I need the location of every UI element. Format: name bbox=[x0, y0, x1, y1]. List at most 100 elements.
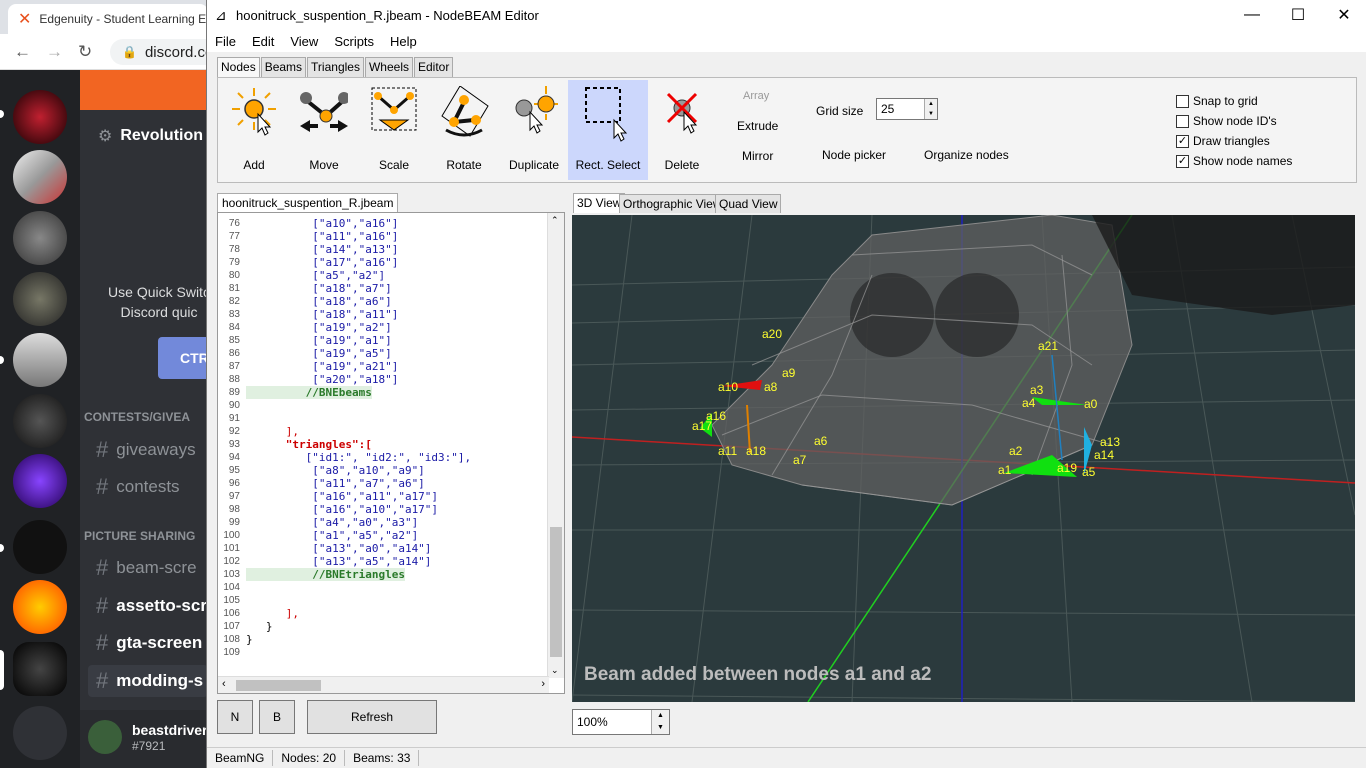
node-label[interactable]: a0 bbox=[1084, 397, 1097, 411]
node-label[interactable]: a17 bbox=[692, 419, 712, 433]
avatar[interactable] bbox=[88, 720, 122, 754]
browser-tab[interactable]: ✕ Edgenuity - Student Learning E bbox=[8, 4, 208, 34]
node-label[interactable]: a2 bbox=[1009, 444, 1022, 458]
menu-view[interactable]: View bbox=[282, 34, 326, 49]
scroll-up-icon[interactable]: ⌃ bbox=[551, 215, 559, 226]
node-label[interactable]: a3 bbox=[1030, 383, 1043, 397]
node-label[interactable]: a18 bbox=[746, 444, 766, 458]
menu-scripts[interactable]: Scripts bbox=[326, 34, 382, 49]
server-icon[interactable] bbox=[13, 642, 67, 696]
rotate-button[interactable]: Rotate bbox=[428, 80, 500, 180]
node-label[interactable]: a6 bbox=[814, 434, 827, 448]
server-icon[interactable] bbox=[13, 706, 67, 760]
server-icon[interactable] bbox=[13, 333, 67, 387]
channel-gta-screenshots[interactable]: # gta-screen bbox=[96, 627, 210, 659]
tab-3d-view[interactable]: 3D View bbox=[573, 193, 626, 213]
scroll-down-icon[interactable]: ⌄ bbox=[551, 665, 559, 676]
show-node-ids-checkbox[interactable]: Show node ID's bbox=[1176, 114, 1277, 128]
node-label[interactable]: a20 bbox=[762, 327, 782, 341]
grid-size-stepper[interactable]: ▲ ▼ bbox=[924, 99, 937, 119]
tab-orthographic-view[interactable]: Orthographic View bbox=[619, 194, 726, 213]
organize-nodes-button[interactable]: Organize nodes bbox=[924, 148, 1009, 162]
menu-file[interactable]: File bbox=[207, 34, 244, 49]
close-icon[interactable]: ✕ bbox=[1321, 0, 1366, 30]
maximize-icon[interactable]: ☐ bbox=[1275, 0, 1321, 30]
rect-select-button[interactable]: Rect. Select bbox=[568, 80, 648, 180]
node-label[interactable]: a7 bbox=[793, 453, 806, 467]
channel-assetto-screenshots[interactable]: # assetto-scr bbox=[96, 590, 210, 622]
server-icon[interactable] bbox=[13, 394, 67, 448]
tab-quad-view[interactable]: Quad View bbox=[715, 194, 782, 213]
server-name[interactable]: ⚙ Revolution bbox=[98, 126, 203, 146]
draw-triangles-checkbox[interactable]: ✓ Draw triangles bbox=[1176, 134, 1270, 148]
spin-up-icon[interactable]: ▲ bbox=[652, 710, 669, 722]
channel-contests[interactable]: # contests bbox=[96, 471, 210, 503]
code-editor[interactable]: 76 ["a10","a16"] 77 ["a11","a16"] 78 ["a14… bbox=[217, 212, 565, 694]
quick-switcher-button[interactable]: CTR bbox=[158, 337, 210, 379]
node-label[interactable]: a19 bbox=[1057, 461, 1077, 475]
spin-down-icon[interactable]: ▼ bbox=[652, 722, 669, 734]
menu-edit[interactable]: Edit bbox=[244, 34, 282, 49]
tab-wheels[interactable]: Wheels bbox=[364, 57, 413, 77]
scale-button[interactable]: Scale bbox=[358, 80, 430, 180]
show-node-names-checkbox[interactable]: ✓ Show node names bbox=[1176, 154, 1292, 168]
3d-viewport[interactable]: a20 a21 a9 a10 a8 a3 a4 a0 a16 a17 a6 a13 a11 a18 a2 a1… bbox=[572, 215, 1355, 702]
node-picker-button[interactable]: Node picker bbox=[822, 148, 886, 162]
checkbox-box[interactable] bbox=[1176, 94, 1189, 108]
scroll-thumb[interactable] bbox=[550, 527, 562, 657]
tab-triangles[interactable]: Triangles bbox=[307, 57, 364, 77]
scroll-thumb[interactable] bbox=[236, 680, 321, 691]
checkbox-box[interactable] bbox=[1176, 114, 1189, 128]
server-icon[interactable] bbox=[13, 272, 67, 326]
checkbox-box[interactable]: ✓ bbox=[1176, 134, 1189, 148]
snap-to-grid-checkbox[interactable]: Snap to grid bbox=[1176, 94, 1258, 108]
b-button[interactable]: B bbox=[259, 700, 295, 734]
server-icon[interactable] bbox=[13, 90, 67, 144]
spin-down-icon[interactable]: ▼ bbox=[925, 109, 937, 119]
node-label[interactable]: a11 bbox=[718, 444, 737, 458]
checkbox-box[interactable]: ✓ bbox=[1176, 154, 1189, 168]
tab-beams[interactable]: Beams bbox=[260, 57, 307, 77]
refresh-button[interactable]: Refresh bbox=[307, 700, 437, 734]
menu-help[interactable]: Help bbox=[382, 34, 425, 49]
back-icon[interactable]: ← bbox=[14, 42, 31, 62]
add-node-button[interactable]: Add bbox=[218, 80, 290, 180]
category-picture-sharing[interactable]: PICTURE SHARING bbox=[84, 529, 195, 543]
array-button[interactable]: Array bbox=[743, 90, 769, 102]
node-label[interactable]: a8 bbox=[764, 380, 777, 394]
node-label[interactable]: a4 bbox=[1022, 396, 1035, 410]
editor-file-tab[interactable]: hoonitruck_suspention_R.jbeam bbox=[217, 193, 399, 212]
move-node-button[interactable]: Move bbox=[288, 80, 360, 180]
delete-button[interactable]: Delete bbox=[646, 80, 718, 180]
channel-beam-screenshots[interactable]: # beam-scre bbox=[96, 552, 210, 584]
zoom-stepper[interactable]: ▲ ▼ bbox=[651, 710, 669, 734]
server-icon[interactable] bbox=[13, 211, 67, 265]
spin-up-icon[interactable]: ▲ bbox=[925, 99, 937, 109]
node-label[interactable]: a13 bbox=[1100, 435, 1120, 449]
mirror-button[interactable]: Mirror bbox=[742, 149, 773, 163]
channel-giveaways[interactable]: # giveaways bbox=[96, 434, 210, 466]
channel-modding[interactable]: # modding-s bbox=[88, 665, 208, 697]
node-label[interactable]: a21 bbox=[1038, 339, 1058, 353]
duplicate-button[interactable]: Duplicate bbox=[498, 80, 570, 180]
server-icon[interactable] bbox=[13, 580, 67, 634]
node-label[interactable]: a14 bbox=[1094, 448, 1114, 462]
server-icon[interactable] bbox=[13, 454, 67, 508]
scroll-right-icon[interactable]: › bbox=[541, 678, 545, 690]
category-contests[interactable]: CONTESTS/GIVEA bbox=[84, 410, 190, 424]
node-label[interactable]: a9 bbox=[782, 366, 795, 380]
tab-nodes[interactable]: Nodes bbox=[217, 57, 260, 78]
server-icon[interactable] bbox=[13, 520, 67, 574]
scroll-left-icon[interactable]: ‹ bbox=[222, 678, 226, 690]
forward-icon[interactable]: → bbox=[46, 42, 63, 62]
node-label[interactable]: a1 bbox=[998, 463, 1011, 477]
n-button[interactable]: N bbox=[217, 700, 253, 734]
tab-editor[interactable]: Editor bbox=[413, 57, 454, 77]
node-label[interactable]: a10 bbox=[718, 380, 738, 394]
extrude-button[interactable]: Extrude bbox=[737, 119, 778, 133]
server-icon[interactable] bbox=[13, 150, 67, 204]
minimize-icon[interactable]: — bbox=[1229, 0, 1275, 30]
editor-horizontal-scrollbar[interactable]: ‹ › bbox=[218, 676, 549, 693]
reload-icon[interactable]: ↻ bbox=[78, 42, 92, 62]
editor-vertical-scrollbar[interactable]: ⌃ ⌄ bbox=[547, 213, 564, 678]
